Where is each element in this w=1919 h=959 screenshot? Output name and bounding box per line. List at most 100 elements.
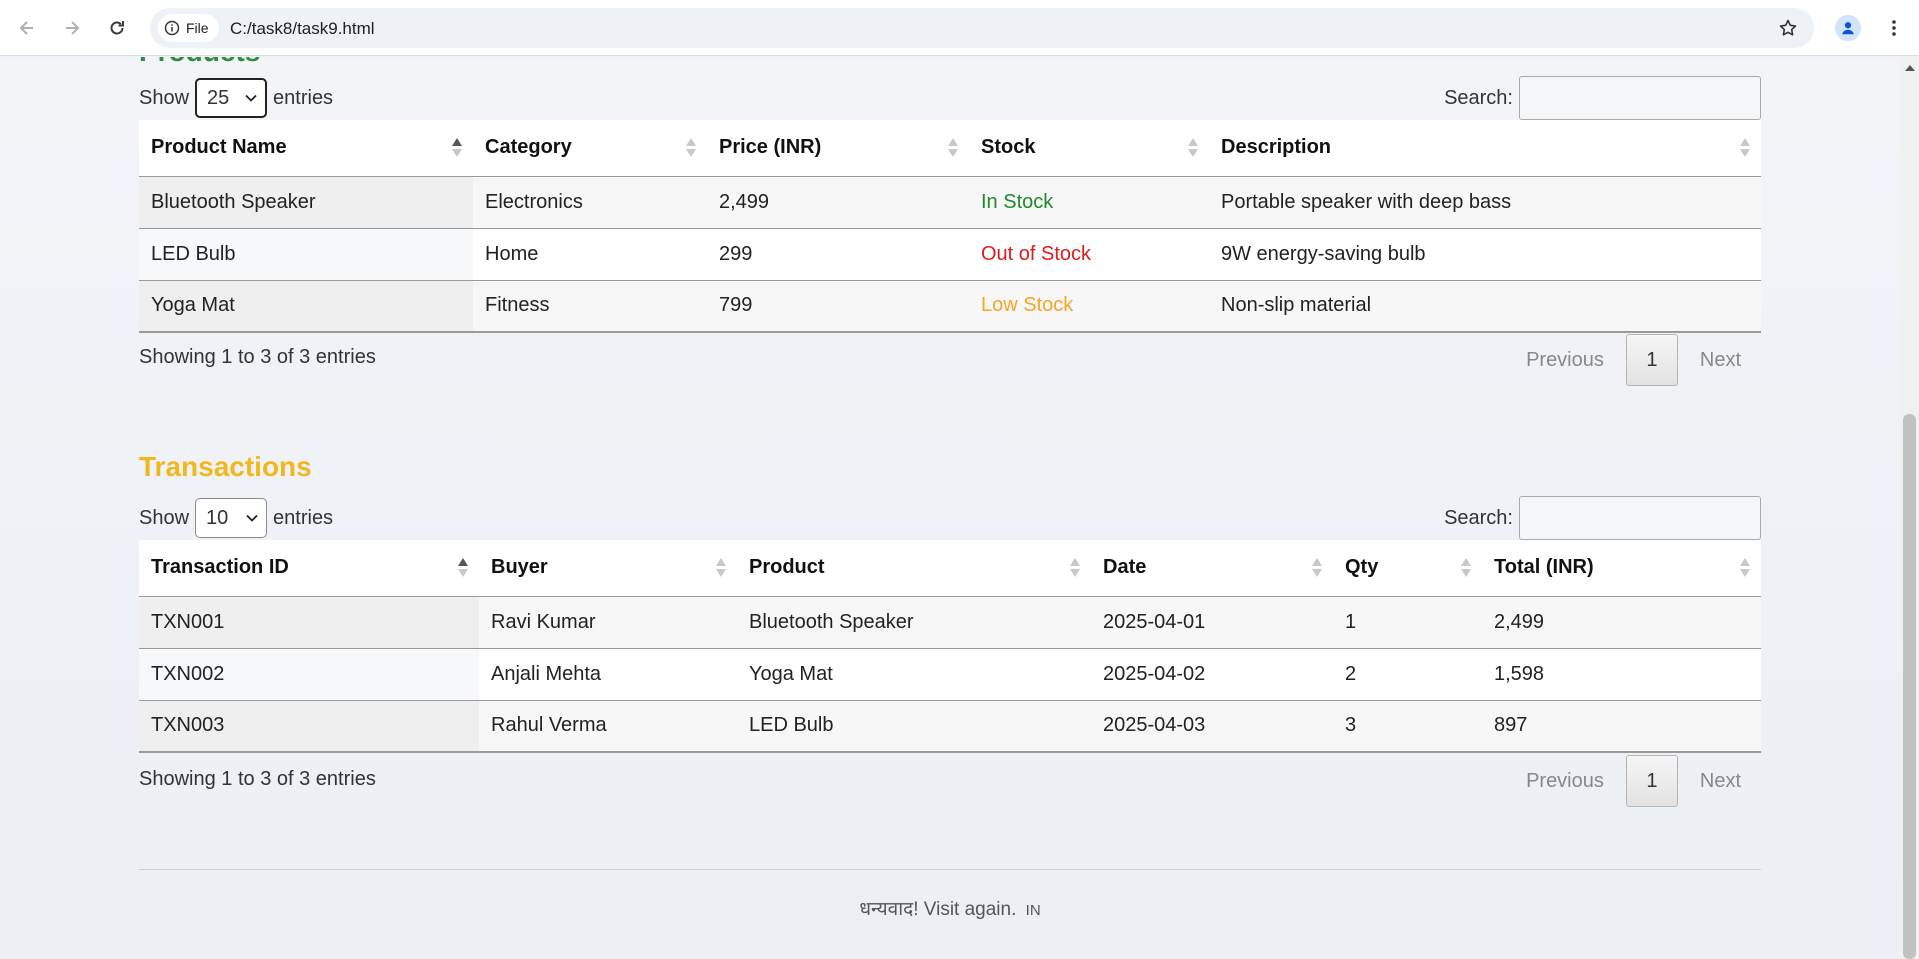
length-value: 10	[206, 506, 229, 529]
bookmark-button[interactable]	[1774, 14, 1802, 42]
site-chip-label: File	[186, 20, 209, 36]
transactions-search-input[interactable]	[1519, 496, 1761, 540]
transactions-length-select[interactable]: 10	[195, 498, 268, 538]
cell-transaction-id: TXN002	[139, 648, 479, 701]
forward-button[interactable]	[56, 12, 88, 44]
cell-stock-out-of-stock: Out of Stock	[969, 228, 1209, 281]
next-button[interactable]: Next	[1680, 334, 1761, 386]
footer-divider	[139, 869, 1761, 870]
search-label: Search:	[1444, 506, 1513, 529]
sort-icon	[1311, 557, 1323, 579]
reload-icon	[110, 21, 124, 35]
column-header-transaction-id[interactable]: Transaction ID	[139, 540, 479, 597]
column-header-qty[interactable]: Qty	[1333, 540, 1482, 597]
cell-date: 2025-04-01	[1091, 596, 1333, 649]
sort-icon	[1460, 557, 1472, 579]
cell-buyer: Ravi Kumar	[479, 596, 737, 649]
table-header-row: Product Name Category Price (INR) Stock …	[139, 120, 1761, 177]
length-value: 25	[207, 86, 230, 109]
cell-description: Portable speaker with deep bass	[1209, 176, 1761, 229]
cell-product-name: Bluetooth Speaker	[139, 176, 473, 229]
cell-total: 2,499	[1482, 596, 1761, 649]
cell-price: 799	[707, 280, 969, 333]
chevron-down-icon	[246, 514, 258, 522]
india-flag-icon: IN	[1025, 902, 1041, 919]
products-length: Show 25 entries	[139, 76, 333, 120]
products-search: Search:	[1444, 76, 1761, 120]
scroll-up-arrow-icon[interactable]	[1905, 65, 1915, 71]
products-length-select[interactable]: 25	[195, 78, 268, 118]
next-button[interactable]: Next	[1680, 755, 1761, 807]
sort-icon	[1739, 557, 1751, 579]
column-header-category[interactable]: Category	[473, 120, 707, 177]
column-header-product-name[interactable]: Product Name	[139, 120, 473, 177]
previous-button[interactable]: Previous	[1506, 755, 1624, 807]
back-arrow-icon	[19, 21, 33, 35]
transactions-length: Show 10 entries	[139, 496, 333, 540]
cell-total: 897	[1482, 700, 1761, 753]
back-button[interactable]	[11, 12, 43, 44]
cell-product-name: LED Bulb	[139, 228, 473, 281]
footer: धन्यवाद! Visit again. IN	[0, 895, 1900, 921]
entries-label: entries	[273, 86, 334, 109]
site-info-chip[interactable]: File	[158, 14, 219, 42]
address-bar[interactable]: File C:/task8/task9.html	[150, 8, 1814, 48]
cell-product: Yoga Mat	[737, 648, 1091, 701]
column-header-buyer[interactable]: Buyer	[479, 540, 737, 597]
table-row[interactable]: TXN001 Ravi Kumar Bluetooth Speaker 2025…	[139, 596, 1761, 649]
reload-button[interactable]	[101, 12, 133, 44]
cell-transaction-id: TXN001	[139, 596, 479, 649]
footer-message: धन्यवाद! Visit again.	[859, 899, 1017, 920]
show-label: Show	[139, 86, 190, 109]
transactions-table: Transaction ID Buyer Product Date Qty To…	[139, 540, 1761, 753]
cell-date: 2025-04-03	[1091, 700, 1333, 753]
sort-icon	[715, 557, 727, 579]
table-row[interactable]: LED Bulb Home 299 Out of Stock 9W energy…	[139, 228, 1761, 281]
table-row[interactable]: TXN002 Anjali Mehta Yoga Mat 2025-04-02 …	[139, 648, 1761, 701]
column-header-price[interactable]: Price (INR)	[707, 120, 969, 177]
products-search-input[interactable]	[1519, 76, 1761, 120]
cell-stock-in-stock: In Stock	[969, 176, 1209, 229]
column-header-description[interactable]: Description	[1209, 120, 1761, 177]
transactions-table-info: Showing 1 to 3 of 3 entries	[139, 768, 376, 790]
page-scrollbar[interactable]	[1900, 57, 1919, 959]
cell-category: Electronics	[473, 176, 707, 229]
column-header-product[interactable]: Product	[737, 540, 1091, 597]
cell-category: Home	[473, 228, 707, 281]
cell-qty: 2	[1333, 648, 1482, 701]
scrollbar-thumb[interactable]	[1903, 414, 1916, 959]
kebab-menu-icon	[1892, 20, 1896, 36]
browser-toolbar: File C:/task8/task9.html	[0, 0, 1919, 56]
cell-total: 1,598	[1482, 648, 1761, 701]
cell-price: 2,499	[707, 176, 969, 229]
show-label: Show	[139, 506, 190, 529]
page-1-button[interactable]: 1	[1625, 755, 1678, 807]
browser-menu-button[interactable]	[1878, 12, 1910, 44]
table-row[interactable]: Bluetooth Speaker Electronics 2,499 In S…	[139, 176, 1761, 229]
sort-icon	[451, 137, 463, 159]
info-icon	[164, 20, 180, 36]
search-label: Search:	[1444, 86, 1513, 109]
chevron-down-icon	[245, 94, 257, 102]
column-header-stock[interactable]: Stock	[969, 120, 1209, 177]
cell-buyer: Rahul Verma	[479, 700, 737, 753]
table-row[interactable]: Yoga Mat Fitness 799 Low Stock Non-slip …	[139, 280, 1761, 333]
table-row[interactable]: TXN003 Rahul Verma LED Bulb 2025-04-03 3…	[139, 700, 1761, 753]
cell-qty: 3	[1333, 700, 1482, 753]
profile-icon	[1835, 15, 1861, 41]
cell-product-name: Yoga Mat	[139, 280, 473, 333]
cell-category: Fitness	[473, 280, 707, 333]
cell-stock-low-stock: Low Stock	[969, 280, 1209, 333]
sort-icon	[1069, 557, 1081, 579]
cell-price: 299	[707, 228, 969, 281]
profile-button[interactable]	[1832, 12, 1864, 44]
page-content: Products Show 25 entries Search: Product…	[0, 57, 1900, 959]
transactions-controls: Show 10 entries Search:	[139, 496, 1761, 540]
transactions-pagination: Previous 1 Next	[1506, 755, 1761, 807]
previous-button[interactable]: Previous	[1506, 334, 1624, 386]
column-header-total[interactable]: Total (INR)	[1482, 540, 1761, 597]
page-1-button[interactable]: 1	[1625, 334, 1678, 386]
cell-description: 9W energy-saving bulb	[1209, 228, 1761, 281]
column-header-date[interactable]: Date	[1091, 540, 1333, 597]
sort-icon	[457, 557, 469, 579]
